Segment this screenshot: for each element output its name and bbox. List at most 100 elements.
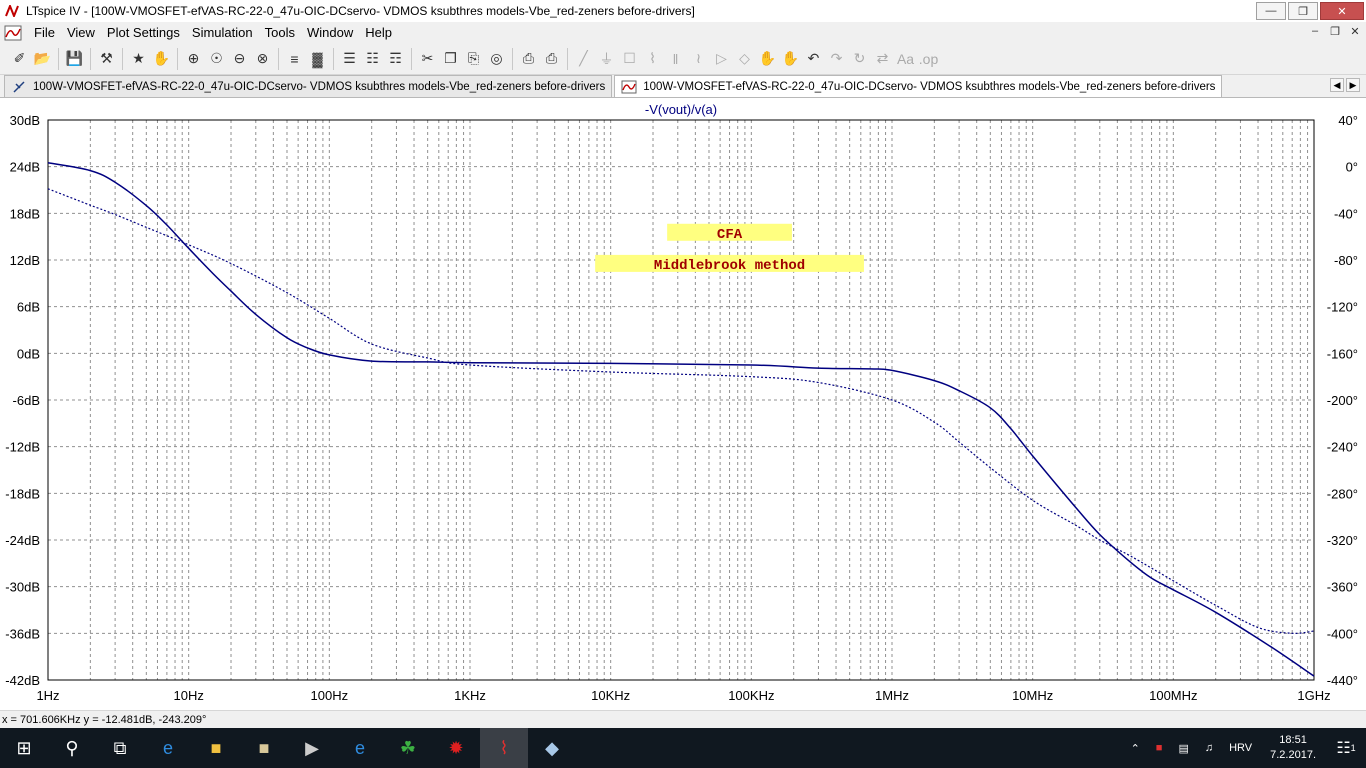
zoom-fit-icon[interactable]: ⊗ <box>251 48 274 70</box>
toolbar-separator <box>122 47 123 70</box>
redo-icon[interactable]: ↷ <box>825 48 848 70</box>
tab-scroll-left-icon[interactable]: ◀ <box>1330 78 1344 92</box>
waveform-tab-icon <box>621 80 637 94</box>
search-icon[interactable]: ⚲ <box>48 728 96 768</box>
y-left-tick-label: 6dB <box>17 300 40 315</box>
media-app-icon[interactable]: ▶ <box>288 728 336 768</box>
toolbar-separator <box>58 47 59 70</box>
language-indicator[interactable]: HRV <box>1221 742 1260 754</box>
chevron-up-icon[interactable]: ⌃ <box>1123 742 1148 755</box>
menu-window[interactable]: Window <box>301 25 359 40</box>
clock[interactable]: 18:51 7.2.2017. <box>1260 733 1326 763</box>
menu-simulation[interactable]: Simulation <box>186 25 259 40</box>
waveform-plot-pane[interactable]: 1Hz 10Hz 100Hz 1KHz 10KHz 100KHz 1MHz 10MHz 100M… <box>0 98 1366 710</box>
menu-plot-settings[interactable]: Plot Settings <box>101 25 186 40</box>
minimize-button[interactable]: — <box>1256 2 1286 20</box>
print-icon[interactable]: ⎙ <box>517 48 540 70</box>
mdi-restore-button[interactable]: ❐ <box>1328 25 1342 38</box>
y-right-tick-label: -400° <box>1327 626 1358 641</box>
tab-scroll-right-icon[interactable]: ▶ <box>1346 78 1360 92</box>
menu-help[interactable]: Help <box>359 25 398 40</box>
mirror-icon[interactable]: ⇄ <box>871 48 894 70</box>
zoom-in-icon[interactable]: ⊕ <box>182 48 205 70</box>
zoom-box-icon[interactable]: ☉ <box>205 48 228 70</box>
red-app-icon[interactable]: ✹ <box>432 728 480 768</box>
internet-explorer-icon[interactable]: e <box>336 728 384 768</box>
annotation-middlebrook: Middlebrook method <box>654 258 805 274</box>
clock-date: 7.2.2017. <box>1270 749 1316 761</box>
y-right-tick-label: 40° <box>1338 113 1358 128</box>
run-icon[interactable]: ★ <box>127 48 150 70</box>
inductor-icon[interactable]: ≀ <box>687 48 710 70</box>
save-icon[interactable]: 💾 <box>63 48 86 70</box>
menu-view[interactable]: View <box>61 25 101 40</box>
drag-hand-icon[interactable]: ✋ <box>779 48 802 70</box>
zoom-out-icon[interactable]: ⊖ <box>228 48 251 70</box>
bode-plot[interactable]: 1Hz 10Hz 100Hz 1KHz 10KHz 100KHz 1MHz 10MHz 100M… <box>0 98 1366 710</box>
capacitor-icon[interactable]: ‖ <box>664 48 687 70</box>
find-icon[interactable]: ◎ <box>485 48 508 70</box>
y-right-tick-label: -120° <box>1327 300 1358 315</box>
x-tick-label: 100KHz <box>728 688 774 703</box>
y-left-tick-label: -18dB <box>5 486 40 501</box>
blue-app-icon[interactable]: ◆ <box>528 728 576 768</box>
mdi-minimize-button[interactable]: – <box>1308 25 1322 38</box>
tile-vertical-icon[interactable]: ☶ <box>384 48 407 70</box>
mdi-close-button[interactable]: ✕ <box>1348 25 1362 38</box>
y-right-tick-label: -40° <box>1334 206 1358 221</box>
copy-icon[interactable]: ❐ <box>439 48 462 70</box>
paste-icon[interactable]: ⎘ <box>462 48 485 70</box>
new-schematic-icon[interactable]: ✐ <box>8 48 31 70</box>
tab-waveform[interactable]: 100W-VMOSFET-efVAS-RC-22-0_47u-OIC-DCser… <box>614 75 1223 97</box>
green-app-icon[interactable]: ☘ <box>384 728 432 768</box>
restore-button[interactable]: ❐ <box>1288 2 1318 20</box>
rotate-icon[interactable]: ↻ <box>848 48 871 70</box>
y-right-tick-label: -240° <box>1327 440 1358 455</box>
folder-app-icon[interactable]: ■ <box>240 728 288 768</box>
schematic-tab-icon <box>11 80 27 94</box>
tile-horizontal-icon[interactable]: ☰ <box>338 48 361 70</box>
pan-hand-icon[interactable]: ✋ <box>150 48 173 70</box>
tab-scroll-controls: ◀ ▶ <box>1330 78 1360 92</box>
close-button[interactable]: ✕ <box>1320 2 1364 20</box>
resistor-icon[interactable]: ⌇ <box>641 48 664 70</box>
cut-icon[interactable]: ✂ <box>416 48 439 70</box>
spice-directive-icon[interactable]: .op <box>917 48 940 70</box>
task-view-icon[interactable]: ⧉ <box>96 728 144 768</box>
undo-icon[interactable]: ↶ <box>802 48 825 70</box>
y-left-tick-label: 0dB <box>17 346 40 361</box>
volume-icon[interactable]: ♫ <box>1197 742 1221 754</box>
windows-start-icon[interactable]: ⊞ <box>0 728 48 768</box>
ground-icon[interactable]: ⏚ <box>595 48 618 70</box>
menu-tools[interactable]: Tools <box>259 25 301 40</box>
file-explorer-icon[interactable]: ■ <box>192 728 240 768</box>
waveform-doc-icon[interactable] <box>4 25 22 41</box>
component-icon[interactable]: ◇ <box>733 48 756 70</box>
move-hand-icon[interactable]: ✋ <box>756 48 779 70</box>
mdi-controls: – ❐ ✕ <box>1308 25 1362 38</box>
tray-app-icon[interactable]: ■ <box>1148 742 1171 754</box>
grid-icon[interactable]: ▓ <box>306 48 329 70</box>
menu-file[interactable]: File <box>28 25 61 40</box>
wire-icon[interactable]: ╱ <box>572 48 595 70</box>
y-right-tick-label: 0° <box>1346 160 1358 175</box>
y-left-tick-label: 18dB <box>10 206 40 221</box>
label-net-icon[interactable]: ☐ <box>618 48 641 70</box>
notification-center-icon[interactable]: ☷ 1 <box>1326 728 1366 768</box>
x-tick-label: 10Hz <box>173 688 203 703</box>
y-right-tick-label: -160° <box>1327 346 1358 361</box>
control-panel-icon[interactable]: ⚒ <box>95 48 118 70</box>
window-controls: — ❐ ✕ <box>1256 2 1364 20</box>
diode-icon[interactable]: ▷ <box>710 48 733 70</box>
y-right-tick-label: -280° <box>1327 486 1358 501</box>
network-icon[interactable]: ▤ <box>1170 742 1196 755</box>
open-folder-icon[interactable]: 📂 <box>31 48 54 70</box>
cascade-icon[interactable]: ☷ <box>361 48 384 70</box>
edge-browser-icon[interactable]: e <box>144 728 192 768</box>
x-tick-label: 1KHz <box>454 688 486 703</box>
print-setup-icon[interactable]: ⎙ <box>540 48 563 70</box>
autorange-icon[interactable]: ≡ <box>283 48 306 70</box>
ltspice-icon[interactable]: ⌇ <box>480 728 528 768</box>
text-icon[interactable]: Aa <box>894 48 917 70</box>
tab-schematic[interactable]: 100W-VMOSFET-efVAS-RC-22-0_47u-OIC-DCser… <box>4 75 613 97</box>
